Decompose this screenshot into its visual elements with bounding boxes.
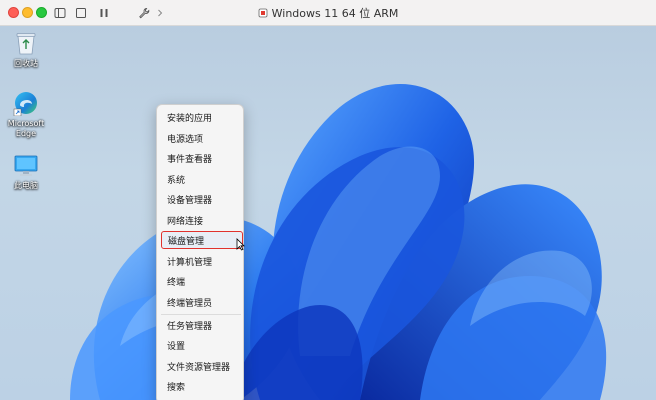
vm-icon xyxy=(258,8,268,18)
pause-icon[interactable] xyxy=(96,5,112,21)
wrench-icon[interactable] xyxy=(136,5,152,21)
menu-item-installed-apps[interactable]: 安装的应用 xyxy=(161,108,243,126)
menu-item-system[interactable]: 系统 xyxy=(161,170,243,188)
sidebar-icon[interactable] xyxy=(52,5,68,21)
desktop-icon-recycle-bin[interactable]: 回收站 xyxy=(1,30,51,69)
wallpaper-bloom xyxy=(70,84,607,400)
power-user-menu: 安装的应用 电源选项 事件查看器 系统 设备管理器 网络连接 磁盘管理 计算机管… xyxy=(156,104,244,400)
desktop-icon-edge[interactable]: Microsoft Edge xyxy=(1,90,51,139)
snapshot-icon[interactable] xyxy=(73,5,89,21)
window-title-text: Windows 11 64 位 ARM xyxy=(271,7,399,20)
title-bar: Windows 11 64 位 ARM xyxy=(0,0,656,26)
menu-separator xyxy=(161,314,241,315)
desktop-icon-this-pc[interactable]: 此电脑 xyxy=(1,154,51,191)
menu-item-file-explorer[interactable]: 文件资源管理器 xyxy=(161,357,243,375)
menu-item-event-viewer[interactable]: 事件查看器 xyxy=(161,149,243,167)
desktop[interactable]: 回收站 Microsoft Edge 此电脑 安装的应用 电源选项 事件查看器 … xyxy=(0,26,656,400)
menu-item-disk-management[interactable]: 磁盘管理 xyxy=(161,231,243,249)
menu-item-terminal-admin[interactable]: 终端管理员 xyxy=(161,293,243,311)
menu-item-power-options[interactable]: 电源选项 xyxy=(161,129,243,147)
recycle-bin-icon xyxy=(16,33,36,55)
edge-icon xyxy=(13,92,37,116)
menu-item-computer-management[interactable]: 计算机管理 xyxy=(161,252,243,270)
desktop-icon-label: 回收站 xyxy=(14,59,38,68)
desktop-icon-label: 此电脑 xyxy=(14,181,38,190)
close-button[interactable] xyxy=(8,7,19,18)
menu-item-network-connections[interactable]: 网络连接 xyxy=(161,211,243,229)
desktop-icon-label: Microsoft Edge xyxy=(7,119,45,138)
menu-item-device-manager[interactable]: 设备管理器 xyxy=(161,190,243,208)
menu-item-task-manager[interactable]: 任务管理器 xyxy=(161,316,243,334)
chevron-right-icon[interactable] xyxy=(152,5,168,21)
monitor-icon xyxy=(14,155,38,176)
mouse-pointer-icon xyxy=(236,238,245,251)
zoom-button[interactable] xyxy=(36,7,47,18)
menu-item-terminal[interactable]: 终端 xyxy=(161,272,243,290)
menu-item-search[interactable]: 搜索 xyxy=(161,377,243,395)
minimize-button[interactable] xyxy=(22,7,33,18)
menu-item-settings[interactable]: 设置 xyxy=(161,336,243,354)
